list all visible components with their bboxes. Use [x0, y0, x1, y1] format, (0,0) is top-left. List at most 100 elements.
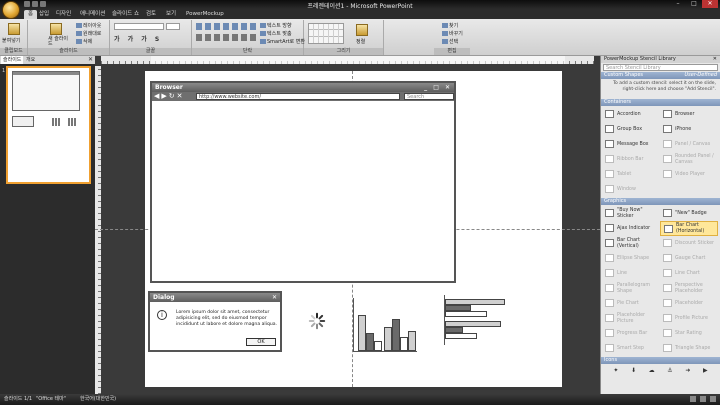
layout-button[interactable]: 레이아웃 — [76, 22, 101, 29]
minimize-button[interactable]: – — [670, 0, 686, 8]
tab-slideshow[interactable]: 슬라이드 쇼 — [108, 10, 143, 19]
select-button[interactable]: 선택 — [442, 38, 458, 45]
stencil-item[interactable]: Browser — [660, 107, 718, 122]
section-header-icons[interactable]: Icons — [601, 357, 720, 364]
select-label: 선택 — [449, 39, 459, 45]
tab-review[interactable]: 검토 — [142, 10, 160, 19]
stencil-item[interactable]: Bar Chart (Horizontal) — [660, 221, 718, 236]
maximize-button[interactable]: □ — [686, 0, 702, 8]
stencil-item[interactable]: Window — [602, 182, 660, 197]
redo-icon[interactable] — [40, 1, 46, 7]
close-icon[interactable]: ✕ — [88, 56, 93, 64]
stencil-item[interactable]: "New" Badge — [660, 206, 718, 221]
stencil-item-label: Ribbon Bar — [617, 156, 644, 162]
reset-button[interactable]: 원래대로 — [76, 30, 101, 37]
tab-animation[interactable]: 애니메이션 — [76, 10, 109, 19]
stencil-item[interactable]: Rounded Panel / Canvas — [660, 152, 718, 167]
tab-powermockup[interactable]: PowerMockup — [182, 10, 228, 19]
paste-icon[interactable] — [8, 23, 20, 35]
stencil-item[interactable]: Group Box — [602, 122, 660, 137]
arrange-icon[interactable] — [356, 24, 368, 36]
shapes-gallery[interactable] — [308, 23, 344, 44]
forward-icon: ▶ — [161, 92, 169, 100]
font-format-buttons[interactable]: 가 가 가 S — [114, 34, 184, 43]
stencil-item[interactable]: Profile Picture — [660, 311, 718, 326]
slide-sorter-icon[interactable] — [700, 396, 706, 402]
stencil-item[interactable]: Smart Step — [602, 341, 660, 356]
slide-canvas[interactable]: Browser _ □ ✕ ◀▶↻✕ http://www.website.co… — [95, 71, 600, 387]
new-slide-icon[interactable] — [50, 23, 62, 35]
cloud-icon[interactable]: ☁ — [649, 367, 655, 374]
stencil-item[interactable]: Placeholder — [660, 296, 718, 311]
close-button[interactable]: ✕ — [702, 0, 718, 8]
ajax-spinner-icon[interactable] — [308, 312, 326, 330]
normal-view-icon[interactable] — [690, 396, 696, 402]
tab-design[interactable]: 디자인 — [52, 10, 75, 19]
stencil-item[interactable]: Bar Chart (Vertical) — [602, 236, 660, 251]
section-header-custom-shapes[interactable]: Custom Shapes User-Defined — [601, 72, 720, 79]
stencil-item[interactable]: Panel / Canvas — [660, 137, 718, 152]
stencil-item[interactable]: Discount Sticker — [660, 236, 718, 251]
status-language[interactable]: 한국어(대한민국) — [80, 394, 116, 405]
list-buttons[interactable] — [196, 23, 256, 30]
horizontal-bar-chart[interactable] — [444, 295, 508, 345]
delete-button[interactable]: 삭제 — [76, 38, 92, 45]
stencil-item[interactable]: Ribbon Bar — [602, 152, 660, 167]
smartart-button[interactable]: SmartArt로 변환 — [260, 38, 305, 45]
undo-icon[interactable] — [32, 1, 38, 7]
anchor-icon[interactable]: ⚓ — [667, 367, 672, 374]
paste-button[interactable]: 붙여넣기 — [2, 37, 20, 44]
stencil-item[interactable]: Triangle Shape — [660, 341, 718, 356]
stencil-search-input[interactable]: Search Stencil Library — [603, 64, 718, 71]
vertical-bar-chart[interactable] — [353, 298, 417, 352]
arrange-button[interactable]: 정렬 — [356, 38, 365, 45]
new-slide-button[interactable]: 새 슬라이드 — [48, 37, 70, 47]
arrow-down-icon[interactable]: ⬇ — [631, 367, 636, 374]
dialog-mockup[interactable]: Dialog ✕ i Lorem ipsum dolor sit amet, c… — [148, 291, 282, 352]
tab-view[interactable]: 보기 — [162, 10, 180, 19]
stencil-item[interactable]: Perspective Placeholder — [660, 281, 718, 296]
stencil-thumbnail-icon — [663, 110, 672, 118]
text-direction-button[interactable]: 텍스트 방향 — [260, 22, 292, 29]
stencil-item-label: Star Rating — [675, 330, 702, 336]
stencil-item[interactable]: Line Chart — [660, 266, 718, 281]
stencil-item[interactable]: Line — [602, 266, 660, 281]
arrow-right-icon[interactable]: ➜ — [685, 367, 690, 374]
tab-outline[interactable]: 개요 — [24, 56, 37, 64]
stencil-item[interactable]: Accordion — [602, 107, 660, 122]
stencil-item[interactable]: "Buy Now" Sticker — [602, 206, 660, 221]
stencil-item[interactable]: Placeholder Picture — [602, 311, 660, 326]
stencil-item[interactable]: Star Rating — [660, 326, 718, 341]
section-header-containers[interactable]: Containers — [601, 99, 720, 106]
stencil-item[interactable]: Gauge Chart — [660, 251, 718, 266]
stencil-item[interactable]: Parallelogram Shape — [602, 281, 660, 296]
browser-mockup[interactable]: Browser _ □ ✕ ◀▶↻✕ http://www.website.co… — [150, 81, 456, 283]
slide-thumbnail[interactable] — [6, 66, 91, 184]
replace-button[interactable]: 바꾸기 — [442, 30, 463, 37]
section-header-graphics[interactable]: Graphics — [601, 198, 720, 205]
stencil-item[interactable]: Video Player — [660, 167, 718, 182]
align-buttons[interactable] — [196, 34, 256, 41]
status-slide-count: 슬라이드 1/1 — [4, 396, 33, 402]
slideshow-icon[interactable] — [710, 396, 716, 402]
save-icon[interactable] — [24, 1, 30, 7]
stencil-item-label: Smart Step — [617, 345, 644, 351]
close-icon[interactable]: ✕ — [713, 56, 717, 63]
office-button[interactable] — [2, 1, 20, 19]
play-icon[interactable]: ▶ — [703, 367, 708, 374]
align-text-button[interactable]: 텍스트 맞춤 — [260, 30, 292, 37]
stencil-item[interactable]: Tablet — [602, 167, 660, 182]
tab-slides[interactable]: 슬라이드 — [1, 56, 24, 64]
stencil-item[interactable]: Ajax Indicator — [602, 221, 660, 236]
find-button[interactable]: 찾기 — [442, 22, 458, 29]
stencil-item[interactable]: Pie Chart — [602, 296, 660, 311]
thumb-browser — [12, 71, 80, 111]
font-name-box[interactable] — [114, 23, 164, 30]
stencil-item[interactable]: Progress Bar — [602, 326, 660, 341]
star-icon[interactable]: ✦ — [613, 367, 618, 374]
stencil-item[interactable]: Message Box — [602, 137, 660, 152]
font-size-box[interactable] — [166, 23, 180, 30]
stencil-item[interactable]: iPhone — [660, 122, 718, 137]
stencil-item[interactable]: Ellipse Shape — [602, 251, 660, 266]
tab-insert[interactable]: 삽입 — [35, 10, 53, 19]
